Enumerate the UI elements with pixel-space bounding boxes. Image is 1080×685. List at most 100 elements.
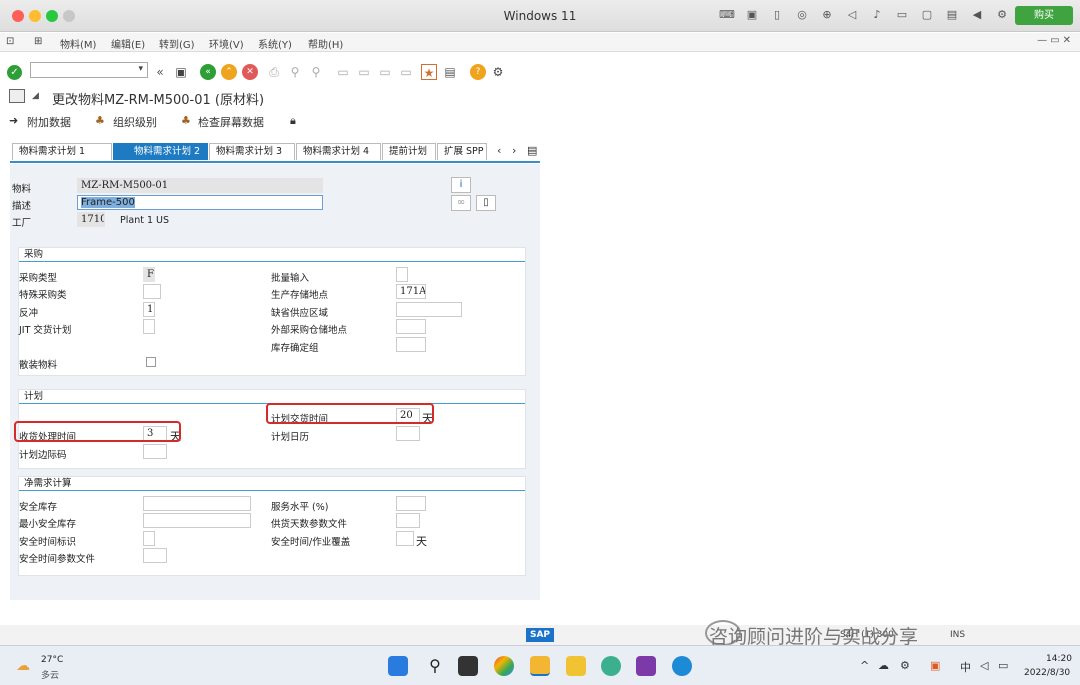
special-procurement-input[interactable] xyxy=(143,284,161,299)
save-icon[interactable]: ▣ xyxy=(173,64,189,80)
onedrive-icon[interactable]: ☁ xyxy=(878,659,889,672)
command-field[interactable]: ▾ xyxy=(30,62,148,78)
cpu-icon[interactable]: ▣ xyxy=(744,7,760,23)
first-page-icon[interactable]: ▭ xyxy=(335,64,351,80)
menu-goto[interactable]: 转到(G) xyxy=(159,36,195,51)
tray-chevron-up-icon[interactable]: ^ xyxy=(860,659,869,672)
arrow-right-icon[interactable]: ➜ xyxy=(9,114,18,127)
stock-group-input[interactable] xyxy=(396,337,426,352)
network-icon[interactable]: ▭ xyxy=(998,659,1008,672)
tab-mrp1[interactable]: 物料需求计划 1 xyxy=(12,143,112,160)
lock-icon[interactable]: 🔒︎ xyxy=(290,114,296,128)
tab-prev-icon[interactable]: ‹ xyxy=(497,144,501,157)
description-input[interactable]: Frame-500 xyxy=(77,195,323,210)
layout-icon[interactable]: ⊞ xyxy=(34,36,42,47)
org-tree-icon[interactable]: ♣ xyxy=(95,114,105,127)
cancel-icon[interactable]: ✕ xyxy=(242,64,258,80)
bulk-material-checkbox[interactable] xyxy=(146,357,156,367)
planning-margin-input[interactable] xyxy=(143,444,167,459)
document-page-icon[interactable]: ▯ xyxy=(476,195,496,211)
menu-icon[interactable]: ⊡ xyxy=(6,36,14,47)
task-view-icon[interactable] xyxy=(458,656,478,676)
window-controls[interactable]: —▭✕ xyxy=(1037,35,1074,46)
back-icon[interactable]: « xyxy=(200,64,216,80)
enter-check-icon[interactable]: ✓ xyxy=(7,65,22,80)
safety-time-profile-input[interactable] xyxy=(143,548,167,563)
settings-gear-icon[interactable]: ⚙ xyxy=(490,64,506,80)
exit-icon[interactable]: ⌃ xyxy=(221,64,237,80)
shortcut-icon[interactable]: ▤ xyxy=(442,64,458,80)
mic-icon[interactable]: ♪ xyxy=(869,7,885,23)
file-explorer-icon[interactable] xyxy=(566,656,586,676)
disk-icon[interactable]: ▭ xyxy=(894,7,910,23)
camera-icon[interactable]: ▢ xyxy=(919,7,935,23)
sap-logon-icon[interactable] xyxy=(530,656,550,676)
prev-page-icon[interactable]: ▭ xyxy=(356,64,372,80)
tab-forecast[interactable]: 提前计划 xyxy=(382,143,436,160)
help-icon[interactable]: ? xyxy=(470,64,486,80)
display-icon[interactable]: ▤ xyxy=(944,7,960,23)
onenote-icon[interactable] xyxy=(636,656,656,676)
menu-environment[interactable]: 环境(V) xyxy=(209,36,244,51)
widgets-icon[interactable] xyxy=(494,656,514,676)
clock-date[interactable]: 2022/8/30 xyxy=(1024,668,1070,678)
play-icon[interactable]: ◀ xyxy=(969,7,985,23)
safety-time-ind-input[interactable] xyxy=(143,531,155,546)
batch-entry-input[interactable] xyxy=(396,267,408,282)
weather-desc[interactable]: 多云 xyxy=(41,668,59,681)
print-icon[interactable]: ⎙ xyxy=(266,64,282,80)
glasses-icon[interactable]: ∞ xyxy=(451,195,471,211)
language-icon[interactable]: 中 xyxy=(960,659,971,675)
menu-system[interactable]: 系统(Y) xyxy=(258,36,292,51)
usb-icon[interactable]: ▯ xyxy=(769,7,785,23)
default-supply-area-input[interactable] xyxy=(396,302,462,317)
menu-help[interactable]: 帮助(H) xyxy=(308,36,343,51)
min-safety-stock-input[interactable] xyxy=(143,513,251,528)
search-icon[interactable]: ⚲ xyxy=(425,656,445,676)
planning-calendar-input[interactable] xyxy=(396,426,420,441)
menu-edit[interactable]: 编辑(E) xyxy=(111,36,145,51)
additional-data-button[interactable]: 附加数据 xyxy=(27,114,71,130)
check-screen-button[interactable]: 检查屏幕数据 xyxy=(198,114,264,130)
tab-ext-spp[interactable]: 扩展 SPP xyxy=(437,143,487,160)
double-chevron-left-icon[interactable]: « xyxy=(152,64,168,80)
safety-time-input[interactable] xyxy=(396,531,414,546)
backflush-input[interactable]: 1 xyxy=(143,302,155,317)
tab-next-icon[interactable]: › xyxy=(512,144,516,157)
coverage-profile-input[interactable] xyxy=(396,513,420,528)
jit-input[interactable] xyxy=(143,319,155,334)
edge-icon[interactable] xyxy=(672,656,692,676)
weather-icon[interactable]: ☁ xyxy=(16,658,30,674)
input-mode[interactable]: INS xyxy=(950,630,965,640)
tab-mrp3[interactable]: 物料需求计划 3 xyxy=(209,143,295,160)
chevron-down-icon[interactable]: ▾ xyxy=(138,64,143,74)
clock-time[interactable]: 14:20 xyxy=(1046,654,1072,664)
speaker-icon[interactable]: ◁ xyxy=(980,659,988,672)
buy-button[interactable]: 购买 xyxy=(1015,6,1073,25)
tab-mrp4[interactable]: 物料需求计划 4 xyxy=(296,143,381,160)
tab-list-icon[interactable]: ▤ xyxy=(527,144,537,157)
tray-app-icon[interactable]: ▣ xyxy=(930,659,940,672)
find-icon[interactable]: ⚲ xyxy=(287,64,303,80)
volume-icon[interactable]: ◁ xyxy=(844,7,860,23)
next-page-icon[interactable]: ▭ xyxy=(377,64,393,80)
temperature[interactable]: 27°C xyxy=(41,655,63,665)
last-page-icon[interactable]: ▭ xyxy=(398,64,414,80)
create-session-icon[interactable]: ★ xyxy=(421,64,437,80)
find-next-icon[interactable]: ⚲ xyxy=(308,64,324,80)
keyboard-icon[interactable]: ⌨ xyxy=(719,7,735,23)
prod-sloc-input[interactable]: 171A xyxy=(396,284,426,299)
gear-icon[interactable]: ⚙ xyxy=(994,7,1010,23)
chat-icon[interactable] xyxy=(601,656,621,676)
info-icon[interactable]: i xyxy=(451,177,471,193)
tab-mrp2[interactable]: 物料需求计划 2 xyxy=(113,143,208,160)
cd-icon[interactable]: ◎ xyxy=(794,7,810,23)
defender-icon[interactable]: ⚙ xyxy=(900,659,910,672)
org-levels-button[interactable]: 组织级别 xyxy=(113,114,157,130)
globe-icon[interactable]: ⊕ xyxy=(819,7,835,23)
service-level-input[interactable] xyxy=(396,496,426,511)
check-screen-icon[interactable]: ♣ xyxy=(181,114,191,127)
safety-stock-input[interactable] xyxy=(143,496,251,511)
menu-material[interactable]: 物料(M) xyxy=(60,36,96,51)
ext-sloc-input[interactable] xyxy=(396,319,426,334)
